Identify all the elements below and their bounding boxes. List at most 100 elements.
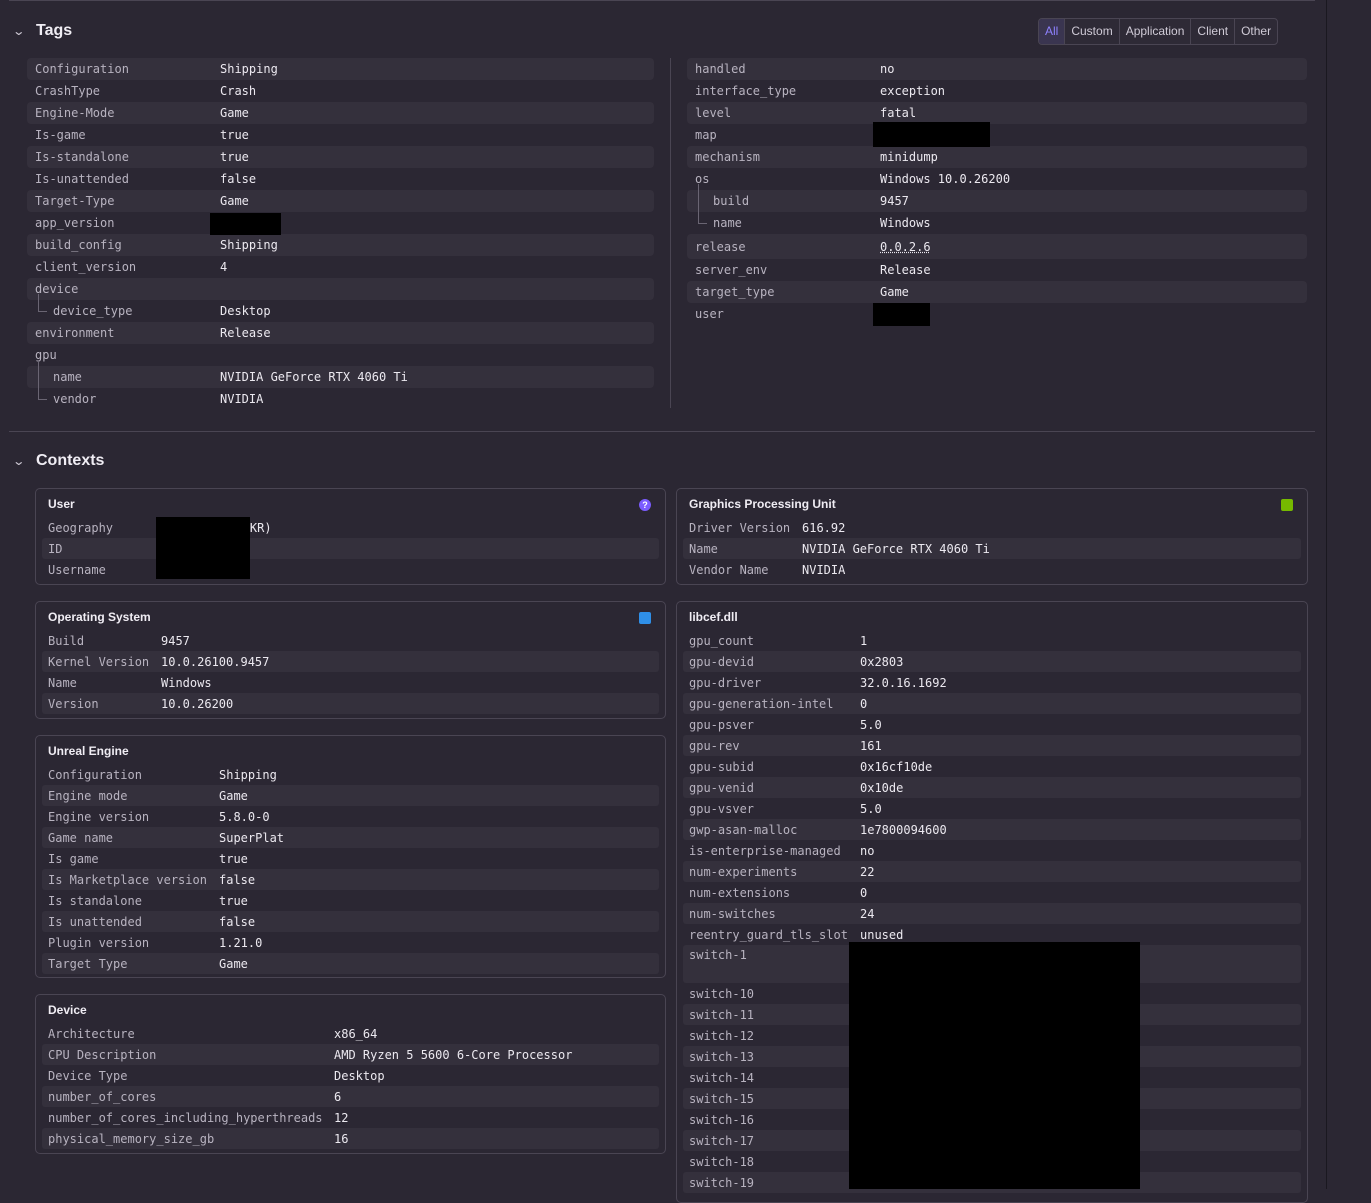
row-value: false (219, 914, 256, 929)
row-value: x86_64 (334, 1026, 378, 1041)
context-row: Build 9457 (42, 630, 659, 651)
row-key: CPU Description (48, 1047, 157, 1062)
context-card-user: User ? GeographySouth Korea (KR) ID Userna… (35, 488, 666, 585)
row-value: Release (880, 263, 931, 277)
filter-application-button[interactable]: Application (1118, 19, 1191, 44)
tag-row: device (27, 278, 654, 300)
row-key: switch-12 (689, 1028, 755, 1043)
help-icon[interactable]: ? (639, 499, 651, 511)
row-key: Is unattended (48, 914, 142, 929)
row-key: switch-1 (689, 948, 747, 962)
release-link[interactable]: 0.0.2.6 (880, 240, 931, 254)
context-row: Username (42, 559, 659, 580)
row-value: Shipping (220, 238, 278, 252)
row-value: SuperPlat (219, 830, 285, 845)
context-row: Driver Version 616.92 (683, 517, 1301, 538)
tag-row: level fatal (687, 102, 1307, 124)
tag-row: gpu (27, 344, 654, 366)
row-key: gpu-psver (689, 717, 755, 732)
row-value: false (219, 872, 256, 887)
row-key: Is standalone (48, 893, 142, 908)
filter-client-button[interactable]: Client (1190, 19, 1234, 44)
row-value: true (220, 128, 249, 142)
filter-all-button[interactable]: All (1039, 19, 1065, 44)
row-value: Desktop (334, 1068, 385, 1083)
context-row: Plugin version 1.21.0 (42, 932, 659, 953)
row-key: switch-19 (689, 1175, 755, 1190)
contexts-header[interactable]: ⌄ Contexts (12, 452, 105, 470)
row-key: app_version (35, 216, 115, 230)
tag-row: Is-standalone true (27, 146, 654, 168)
row-value: 9457 (880, 194, 909, 208)
row-key: switch-13 (689, 1049, 755, 1064)
card-rows: Configuration Shipping Engine mode Game Engi… (42, 764, 659, 974)
row-key: gpu-devid (689, 654, 755, 669)
tag-row: Configuration Shipping (27, 58, 654, 80)
tree-connector (38, 360, 47, 400)
context-row: number_of_cores 6 (42, 1086, 659, 1107)
row-key: handled (695, 62, 746, 76)
row-key: Engine version (48, 809, 150, 824)
row-key: Name (689, 541, 718, 556)
row-key: switch-10 (689, 986, 755, 1001)
filter-custom-button[interactable]: Custom (1064, 19, 1118, 44)
windows-logo-icon (639, 612, 651, 624)
row-key: Is Marketplace version (48, 872, 207, 887)
row-key: Is-unattended (35, 172, 129, 186)
chevron-down-icon[interactable]: ⌄ (12, 454, 28, 468)
row-value: fatal (880, 106, 917, 120)
row-key: user (695, 307, 724, 321)
row-key: reentry_guard_tls_slot (689, 927, 848, 942)
tags-header[interactable]: ⌄ Tags (12, 22, 72, 40)
row-value: true (219, 851, 248, 866)
row-value: Windows (880, 216, 931, 230)
chevron-down-icon[interactable]: ⌄ (12, 24, 28, 38)
context-row: gpu_count 1 (683, 630, 1301, 651)
tag-row: build_config Shipping (27, 234, 654, 256)
card-title: User (48, 497, 75, 511)
row-key: Is-standalone (35, 150, 129, 164)
row-key: device (35, 282, 79, 296)
row-key: is-enterprise-managed (689, 843, 841, 858)
context-row: number_of_cores_including_hyperthreads 12 (42, 1107, 659, 1128)
row-value: Release (220, 326, 271, 340)
row-value: Shipping (219, 767, 277, 782)
context-row: gpu-psver 5.0 (683, 714, 1301, 735)
redacted-block (849, 942, 1140, 1189)
filter-other-button[interactable]: Other (1234, 19, 1277, 44)
tag-row: app_version (27, 212, 654, 234)
context-row: Target Type Game (42, 953, 659, 974)
row-value: 6 (334, 1089, 342, 1104)
row-value: 1.21.0 (219, 935, 263, 950)
tag-row: user (687, 303, 1307, 325)
row-key: CrashType (35, 84, 101, 98)
tag-row: device_type Desktop (27, 300, 654, 322)
card-title: Unreal Engine (48, 744, 129, 758)
row-value: unused (860, 927, 904, 942)
row-value: Windows 10.0.26200 (880, 172, 1011, 186)
scrollbar[interactable] (1326, 0, 1371, 1189)
row-key: build (713, 194, 750, 208)
row-key: release (695, 239, 746, 254)
row-key: Is game (48, 851, 99, 866)
tag-row: handled no (687, 58, 1307, 80)
section-title-contexts: Contexts (36, 452, 105, 469)
context-row: gpu-driver 32.0.16.1692 (683, 672, 1301, 693)
context-row: Version 10.0.26200 (42, 693, 659, 714)
row-value: NVIDIA GeForce RTX 4060 Ti (802, 541, 990, 556)
redacted-block (210, 213, 281, 235)
context-row: gpu-devid 0x2803 (683, 651, 1301, 672)
context-row: CPU Description AMD Ryzen 5 5600 6-Core P… (42, 1044, 659, 1065)
row-key: Build (48, 633, 85, 648)
row-key: environment (35, 326, 115, 340)
row-key: os (695, 172, 710, 186)
context-row: Is unattended false (42, 911, 659, 932)
row-key: switch-14 (689, 1070, 755, 1085)
context-row: ID (42, 538, 659, 559)
context-row: gpu-venid 0x10de (683, 777, 1301, 798)
tree-connector (698, 184, 707, 224)
row-value: 9457 (161, 633, 190, 648)
row-value: 32.0.16.1692 (860, 675, 947, 690)
context-card-device: Device Architecture x86_64 CPU Description… (35, 994, 666, 1154)
row-key: num-extensions (689, 885, 791, 900)
